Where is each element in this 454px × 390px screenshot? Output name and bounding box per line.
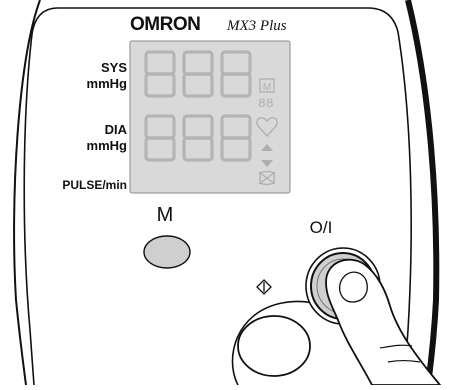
memory-button-shape[interactable]: [143, 235, 191, 269]
power-button-label: O/I: [309, 218, 333, 237]
model-name: MX3 Plus: [227, 18, 287, 34]
memory-button-label: M: [156, 204, 174, 226]
dia-label-line1: DIA: [104, 122, 127, 137]
start-diamond-icon: [256, 279, 272, 295]
device-panel: M 88 OMRON MX3 Plus SYS mmHg DIA mmHg PU…: [0, 0, 454, 386]
sys-label: SYS mmHg: [60, 60, 127, 92]
device-casing-left-edge: [13, 0, 41, 386]
sys-label-line1: SYS: [100, 60, 127, 75]
sys-label-unit: mmHg: [86, 76, 127, 91]
memory-number-digits: 88: [258, 96, 274, 111]
memory-indicator-letter: M: [263, 82, 271, 93]
start-button[interactable]: [237, 315, 311, 377]
device-casing-right-edge: [405, 0, 440, 386]
brand-logo: OMRON: [130, 14, 201, 35]
device-drawing: M 88: [13, 0, 442, 386]
pulse-label: PULSE/min: [62, 178, 127, 192]
dia-label: DIA mmHg: [60, 122, 127, 154]
dia-label-unit: mmHg: [86, 138, 127, 153]
